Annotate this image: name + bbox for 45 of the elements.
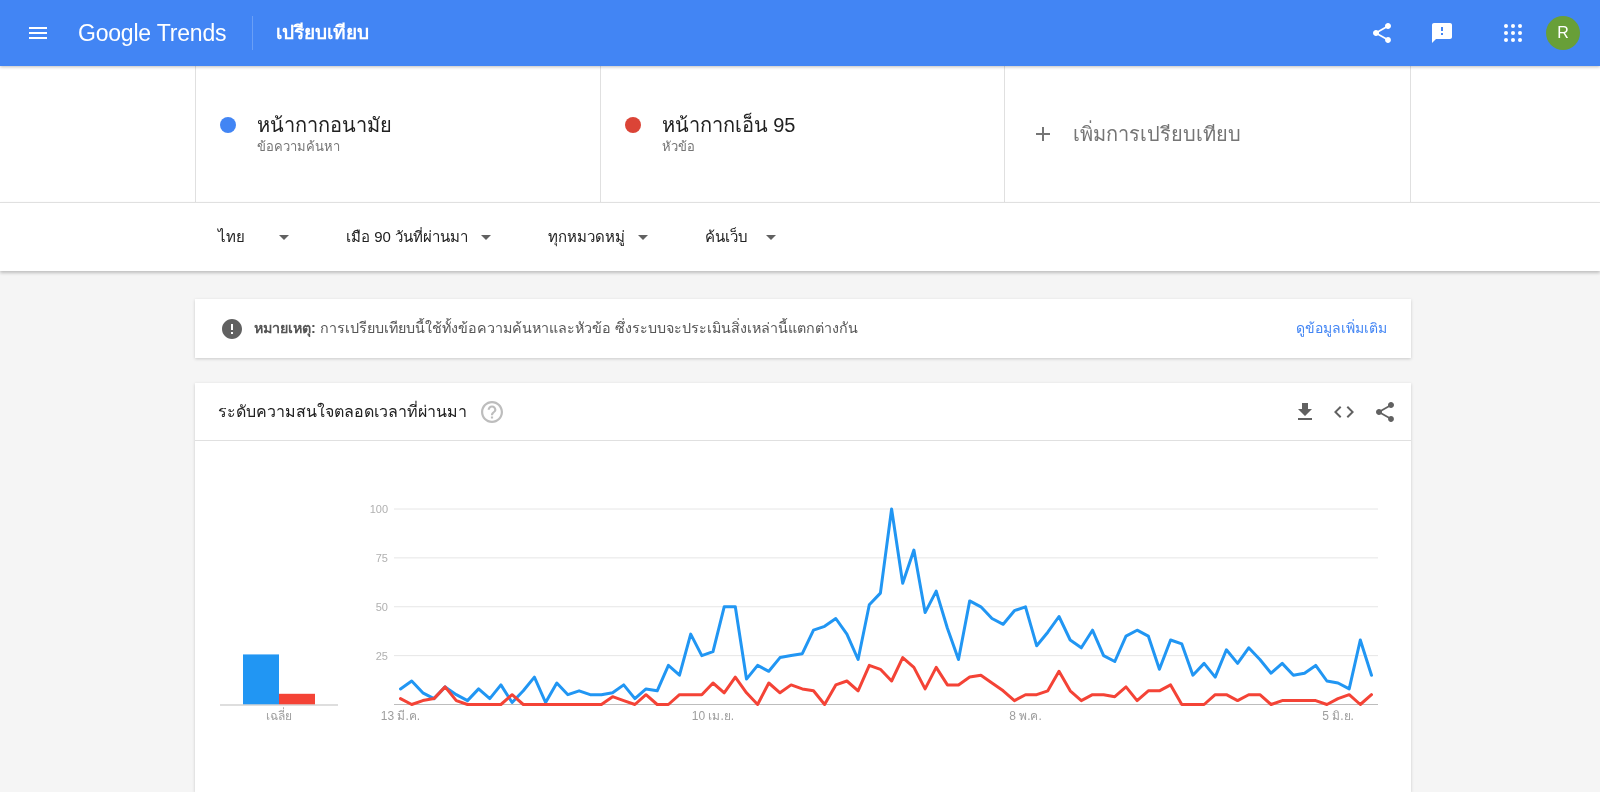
help-icon [481,400,503,423]
filter-dropdown[interactable]: ค้นเว็บ [705,225,777,249]
embed-button[interactable] [1334,405,1354,418]
dots-grid-icon [1504,24,1522,42]
axis-label: 5 มิ.ย. [1322,709,1354,723]
share-chart-button[interactable] [1376,401,1394,422]
filter-dropdown[interactable]: เมือ 90 วันที่ผ่านมา [346,225,492,249]
caret-icon [279,234,289,240]
filter-dropdown[interactable]: ไทย [218,225,289,249]
axis-label: 8 พ.ค. [1009,709,1042,723]
alert-icon [222,318,242,339]
share-button[interactable] [1373,23,1391,43]
average-label: เฉลี่ย [266,709,292,723]
filter-dropdown[interactable]: ทุกหมวดหมู่ [548,225,649,249]
share-icon [1373,23,1391,43]
axis-label: 13 มี.ค. [380,709,421,723]
note-text: หมายเหตุ: การเปรียบเทียบนี้ใช้ทั้งข้อความค้นหาและหัวข้อ ซึ่งระบบจะประเมินสิ่งเหล่านี้แตกต่างกัน [254,317,858,339]
share-icon [1376,401,1394,422]
apps-button[interactable] [1504,24,1522,42]
axis-label: 10 เม.ย. [691,709,735,723]
chart-title: ระดับความสนใจตลอดเวลาที่ผ่านมา [218,400,467,422]
learn-more-link[interactable]: ดูข้อมูลเพิ่มเติม [1296,318,1387,339]
caret-icon [638,234,649,240]
term-type: หัวข้อ [661,138,695,156]
app-logo[interactable]: Google Trends [78,15,227,51]
download-icon [1298,403,1312,420]
code-icon [1334,405,1354,418]
plus-icon [1036,127,1051,141]
axis-label: 75 [375,551,388,564]
menu-icon [29,27,47,39]
menu-button[interactable] [29,27,47,39]
help-button[interactable] [481,400,503,423]
download-button[interactable] [1298,403,1312,420]
search-term[interactable]: หน้ากากเอ็น 95 [661,112,796,138]
caret-icon [481,234,492,240]
add-comparison-button[interactable]: เพิ่มการเปรียบเทียบ [1036,119,1242,149]
axis-label: 25 [375,649,388,662]
search-term[interactable]: หน้ากากอนามัย [257,112,392,138]
term-type: ข้อความค้นหา [257,138,340,156]
feedback-button[interactable] [1432,23,1452,43]
page-title: เปรียบเทียบ [276,20,370,45]
axis-label: 100 [370,503,388,515]
axis-label: 50 [375,600,388,613]
caret-icon [766,234,777,240]
feedback-icon [1432,23,1452,43]
